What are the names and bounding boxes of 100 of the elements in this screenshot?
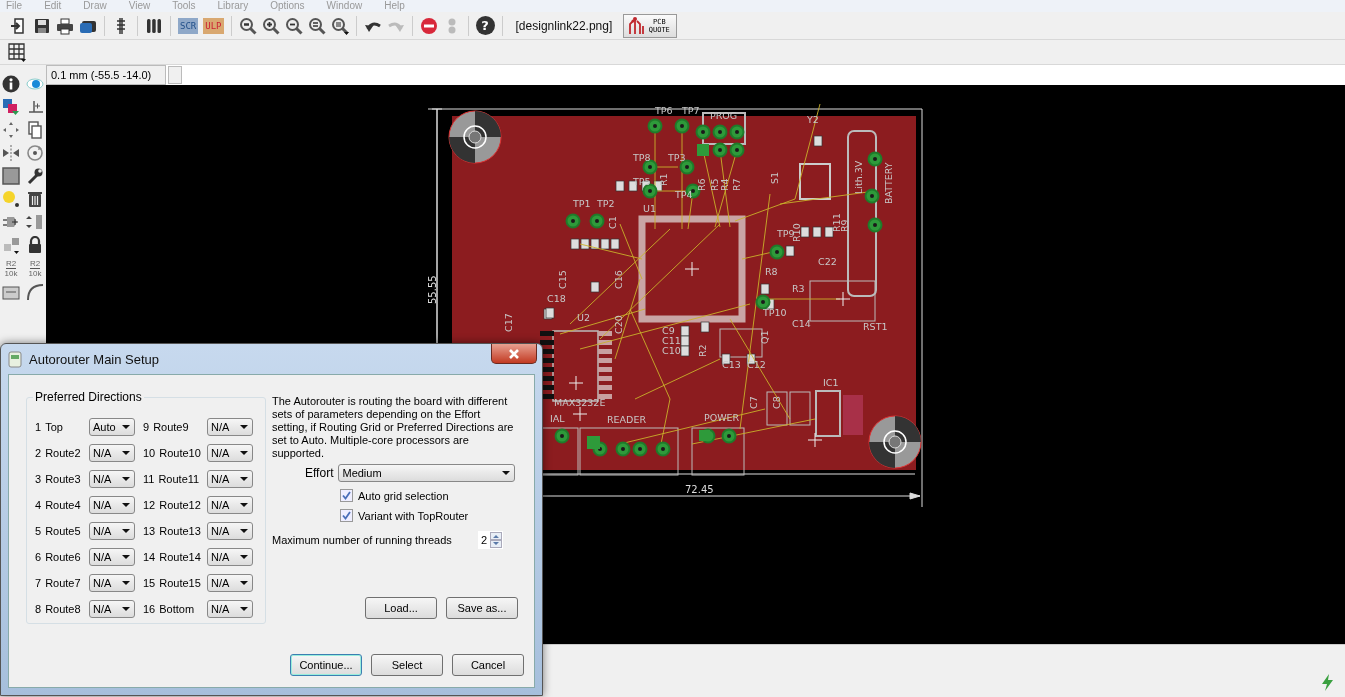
direction-dropdown[interactable]: N/A — [89, 600, 135, 618]
delete-icon[interactable] — [26, 190, 44, 208]
mirror-icon[interactable] — [2, 144, 20, 162]
layer-name: Route14 — [159, 551, 201, 563]
board-outline-icon[interactable] — [2, 283, 20, 301]
close-icon[interactable] — [508, 347, 520, 360]
component-label: IC1 — [823, 377, 839, 388]
eye-icon[interactable] — [26, 75, 44, 93]
caret-icon[interactable] — [240, 425, 248, 429]
component-label: C15 — [557, 270, 568, 289]
direction-dropdown[interactable]: N/A — [89, 574, 135, 592]
threads-spinbox[interactable]: 2 — [478, 531, 504, 549]
direction-dropdown[interactable]: N/A — [207, 444, 253, 462]
zoom-redraw-icon[interactable] — [307, 16, 326, 35]
zoom-select-icon[interactable] — [330, 16, 349, 35]
component-label: R11 — [831, 213, 842, 232]
caret-icon[interactable] — [240, 529, 248, 533]
direction-dropdown[interactable]: N/A — [89, 444, 135, 462]
info-icon[interactable] — [2, 75, 20, 93]
component-label: C10 — [662, 345, 681, 356]
caret-icon[interactable] — [240, 503, 248, 507]
help-button[interactable]: ? — [475, 16, 495, 35]
checkbox[interactable] — [340, 489, 353, 502]
caret-icon[interactable] — [122, 555, 130, 559]
caret-icon[interactable] — [240, 477, 248, 481]
caret-icon[interactable] — [122, 451, 130, 455]
component-label: TP1 — [573, 198, 591, 209]
circle-icon[interactable] — [2, 190, 20, 208]
direction-dropdown[interactable]: N/A — [207, 522, 253, 540]
layer-number: 2 — [35, 447, 42, 459]
direction-dropdown[interactable]: N/A — [89, 470, 135, 488]
move-icon[interactable] — [2, 121, 20, 139]
name-tool[interactable]: R2 10k — [2, 259, 20, 278]
dialog-button[interactable]: Continue... — [290, 654, 362, 676]
stop-icon[interactable] — [419, 16, 438, 35]
arc-icon[interactable] — [26, 283, 44, 301]
swap-icon[interactable] — [2, 236, 20, 254]
component-label: R1 — [658, 173, 669, 186]
file-button[interactable]: Save as... — [446, 597, 518, 619]
rotate-icon[interactable] — [26, 144, 44, 162]
caret-icon[interactable] — [122, 425, 130, 429]
caret-icon[interactable] — [122, 503, 130, 507]
caret-icon[interactable] — [122, 529, 130, 533]
component-label: S1 — [769, 171, 780, 184]
component-label: U1 — [643, 203, 656, 214]
checkbox-label: Auto grid selection — [358, 489, 449, 502]
caret-icon[interactable] — [122, 581, 130, 585]
caret-icon[interactable] — [122, 607, 130, 611]
script-button[interactable]: SCR — [178, 17, 199, 34]
layer-number: 11 — [143, 473, 155, 485]
caret-icon[interactable] — [240, 607, 248, 611]
direction-dropdown[interactable]: N/A — [207, 418, 253, 436]
layer-name: Route11 — [158, 473, 200, 485]
dialog-button[interactable]: Cancel — [452, 654, 524, 676]
lock-icon[interactable] — [26, 236, 44, 254]
grid-icon[interactable] — [8, 42, 27, 62]
effort-dropdown[interactable]: Medium — [338, 464, 516, 482]
direction-dropdown[interactable]: N/A — [207, 470, 253, 488]
mark-icon[interactable] — [26, 98, 44, 116]
dialog-button[interactable]: Select — [371, 654, 443, 676]
layer-number: 3 — [35, 473, 42, 485]
component-label: TP10 — [763, 307, 787, 318]
component-label: C1 — [607, 216, 618, 229]
layer-name: Route13 — [159, 525, 201, 537]
component-label: TP3 — [668, 152, 686, 163]
direction-dropdown[interactable]: N/A — [207, 600, 253, 618]
direction-dropdown[interactable]: N/A — [207, 548, 253, 566]
circuit-icon[interactable] — [627, 15, 646, 36]
layer-name: Bottom — [159, 603, 195, 615]
direction-dropdown[interactable]: N/A — [207, 574, 253, 592]
split-icon[interactable] — [26, 213, 44, 231]
component-label: R4 — [719, 178, 730, 191]
checkbox[interactable] — [340, 509, 353, 522]
zoom-out-icon[interactable] — [284, 16, 303, 35]
copy-icon[interactable] — [26, 121, 44, 139]
component-label: R6 — [696, 178, 707, 191]
direction-dropdown[interactable]: N/A — [89, 548, 135, 566]
zoom-in-icon[interactable] — [261, 16, 280, 35]
layer-name: Route5 — [45, 525, 81, 537]
dialog-title: Autorouter Main Setup — [29, 351, 161, 367]
wrench-icon[interactable] — [26, 167, 44, 185]
print-icon[interactable] — [56, 16, 74, 35]
direction-dropdown[interactable]: Auto — [89, 418, 135, 436]
caret-icon[interactable] — [240, 581, 248, 585]
direction-dropdown[interactable]: N/A — [207, 496, 253, 514]
direction-dropdown[interactable]: N/A — [89, 496, 135, 514]
layer-color-icon[interactable] — [2, 98, 20, 116]
direction-dropdown[interactable]: N/A — [89, 522, 135, 540]
value-tool[interactable]: R2 10k — [26, 259, 44, 278]
spin-arrows-icon[interactable] — [490, 532, 503, 548]
caret-icon[interactable] — [240, 451, 248, 455]
layers-icon[interactable] — [145, 16, 163, 35]
command-field[interactable] — [168, 66, 182, 84]
caret-icon[interactable] — [240, 555, 248, 559]
save-icon[interactable] — [33, 16, 51, 35]
zoom-fit-icon[interactable] — [238, 16, 257, 35]
close-button[interactable] — [491, 344, 537, 364]
layer-name: Route8 — [45, 603, 81, 615]
file-button[interactable]: Load... — [365, 597, 437, 619]
caret-icon[interactable] — [122, 477, 130, 481]
